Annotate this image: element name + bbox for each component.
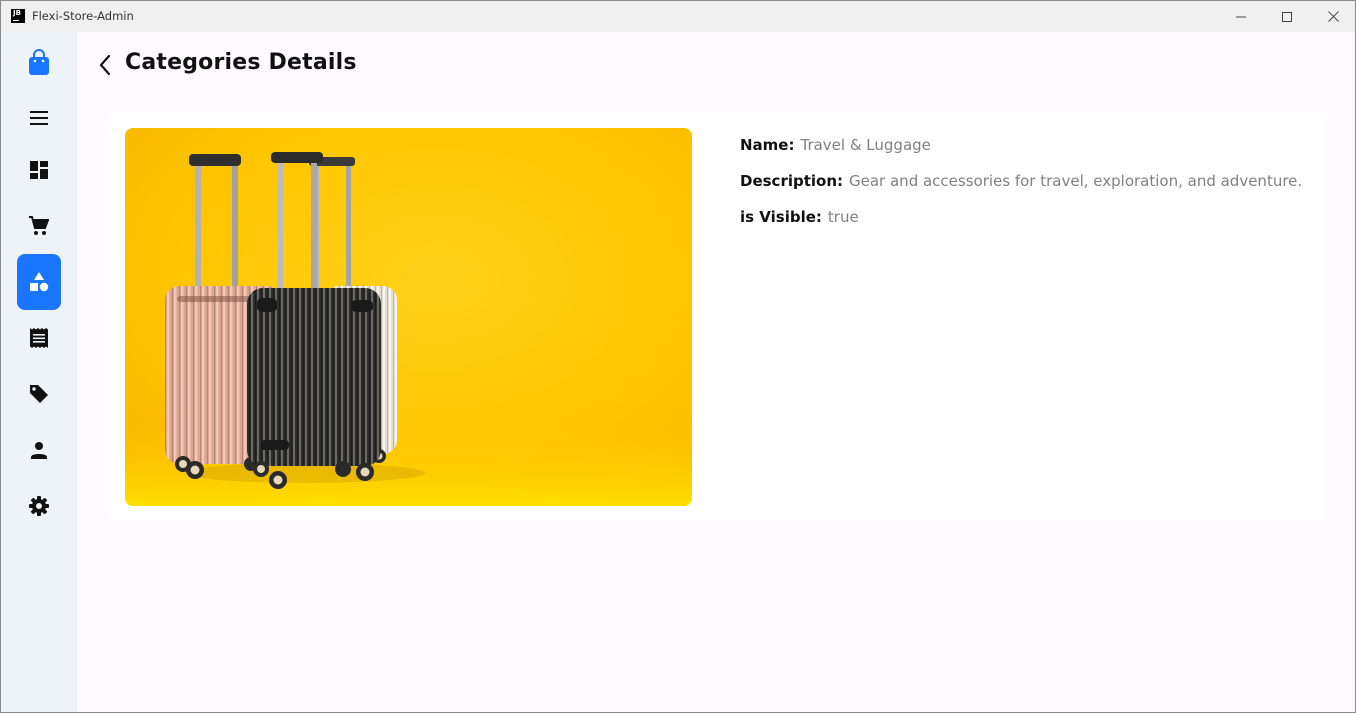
sidebar — [1, 32, 77, 712]
tag-icon — [30, 385, 48, 403]
settings-icon — [29, 496, 49, 516]
menu-icon — [30, 111, 48, 125]
category-image — [125, 128, 692, 506]
sidebar-item-settings[interactable] — [17, 478, 61, 534]
person-icon — [31, 442, 47, 459]
back-button[interactable] — [93, 52, 117, 78]
maximize-button[interactable] — [1264, 1, 1310, 32]
sidebar-item-invoices[interactable] — [17, 310, 61, 366]
sidebar-item-offers[interactable] — [17, 366, 61, 422]
close-button[interactable] — [1310, 1, 1355, 32]
receipt-icon — [30, 328, 48, 348]
name-row: Name: Travel & Luggage — [740, 133, 1302, 169]
category-detail-card: Name: Travel & Luggage Description: Gear a… — [109, 113, 1323, 520]
sidebar-item-categories[interactable] — [17, 254, 61, 310]
sidebar-item-users[interactable] — [17, 422, 61, 478]
app-logo-icon: JB — [11, 9, 25, 23]
cart-icon — [29, 216, 49, 235]
category-details: Name: Travel & Luggage Description: Gear a… — [740, 133, 1302, 241]
maximize-icon — [1282, 11, 1292, 22]
name-label: Name: — [740, 136, 795, 154]
description-value: Gear and accessories for travel, explora… — [849, 172, 1303, 190]
dashboard-icon — [30, 161, 48, 179]
close-icon — [1327, 11, 1339, 22]
title-bar: JB Flexi-Store-Admin — [1, 1, 1355, 32]
sidebar-item-menu[interactable] — [17, 90, 61, 146]
sidebar-item-store[interactable] — [17, 35, 61, 91]
sidebar-item-orders[interactable] — [17, 198, 61, 254]
description-label: Description: — [740, 172, 844, 190]
description-row: Description: Gear and accessories for tra… — [740, 169, 1302, 205]
visible-label: is Visible: — [740, 208, 822, 226]
visible-value: true — [827, 208, 859, 226]
shopping-bag-icon — [29, 49, 49, 75]
app-window: JB Flexi-Store-Admin Categories Details … — [0, 0, 1356, 713]
chevron-left-icon — [99, 55, 111, 75]
page-title: Categories Details — [125, 50, 357, 75]
category-icon — [30, 272, 49, 292]
name-value: Travel & Luggage — [800, 136, 931, 154]
luggage-photo — [125, 128, 692, 506]
minimize-icon — [1236, 16, 1246, 17]
window-title: Flexi-Store-Admin — [32, 9, 134, 23]
minimize-button[interactable] — [1218, 1, 1264, 32]
sidebar-item-dashboard[interactable] — [17, 142, 61, 198]
main-content: Categories Details Name: Travel & Luggag… — [77, 32, 1355, 712]
visible-row: is Visible: true — [740, 205, 1302, 241]
app-logo-text: JB — [13, 9, 21, 17]
